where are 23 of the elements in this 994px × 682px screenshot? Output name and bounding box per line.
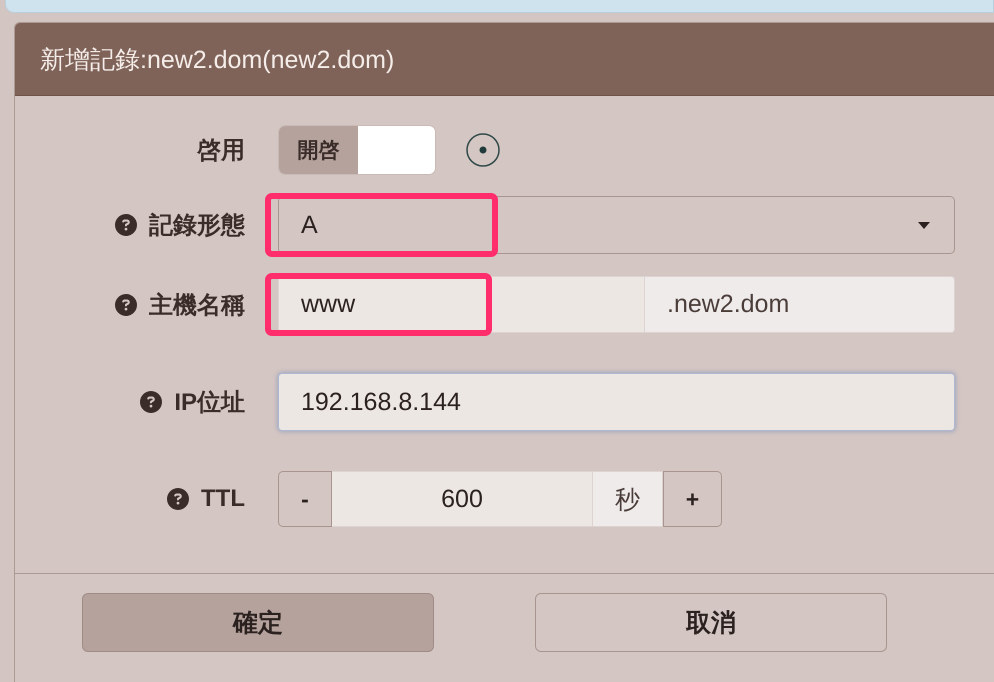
help-icon[interactable]	[167, 488, 190, 510]
circle-dot-icon	[466, 133, 500, 167]
ip-address-field[interactable]: 192.168.8.144	[278, 373, 955, 431]
field-label: 記錄形態	[149, 211, 245, 241]
field-label: IP位址	[174, 388, 245, 418]
help-icon[interactable]	[115, 214, 137, 236]
hostname-field[interactable]: www	[278, 276, 645, 333]
cancel-button[interactable]: 取消	[535, 593, 887, 652]
increment-button[interactable]: +	[663, 471, 722, 527]
field-label: 主機名稱	[149, 290, 245, 320]
decrement-button[interactable]: -	[278, 471, 332, 527]
dialog-title: 新增記錄:new2.dom(new2.dom)	[40, 44, 394, 76]
help-icon[interactable]	[115, 294, 137, 316]
record-type-select[interactable]: A	[278, 196, 955, 254]
field-label: TTL	[201, 485, 245, 513]
unit-label: 秒	[593, 471, 663, 527]
field-label: 啓用	[197, 136, 245, 166]
toggle-switch[interactable]: 開啓	[278, 125, 436, 175]
ttl-field[interactable]: 600	[332, 471, 593, 527]
confirm-button[interactable]: 確定	[82, 593, 434, 652]
domain-suffix: .new2.dom	[645, 276, 955, 333]
help-icon[interactable]	[140, 391, 162, 413]
caret-icon	[918, 222, 930, 228]
